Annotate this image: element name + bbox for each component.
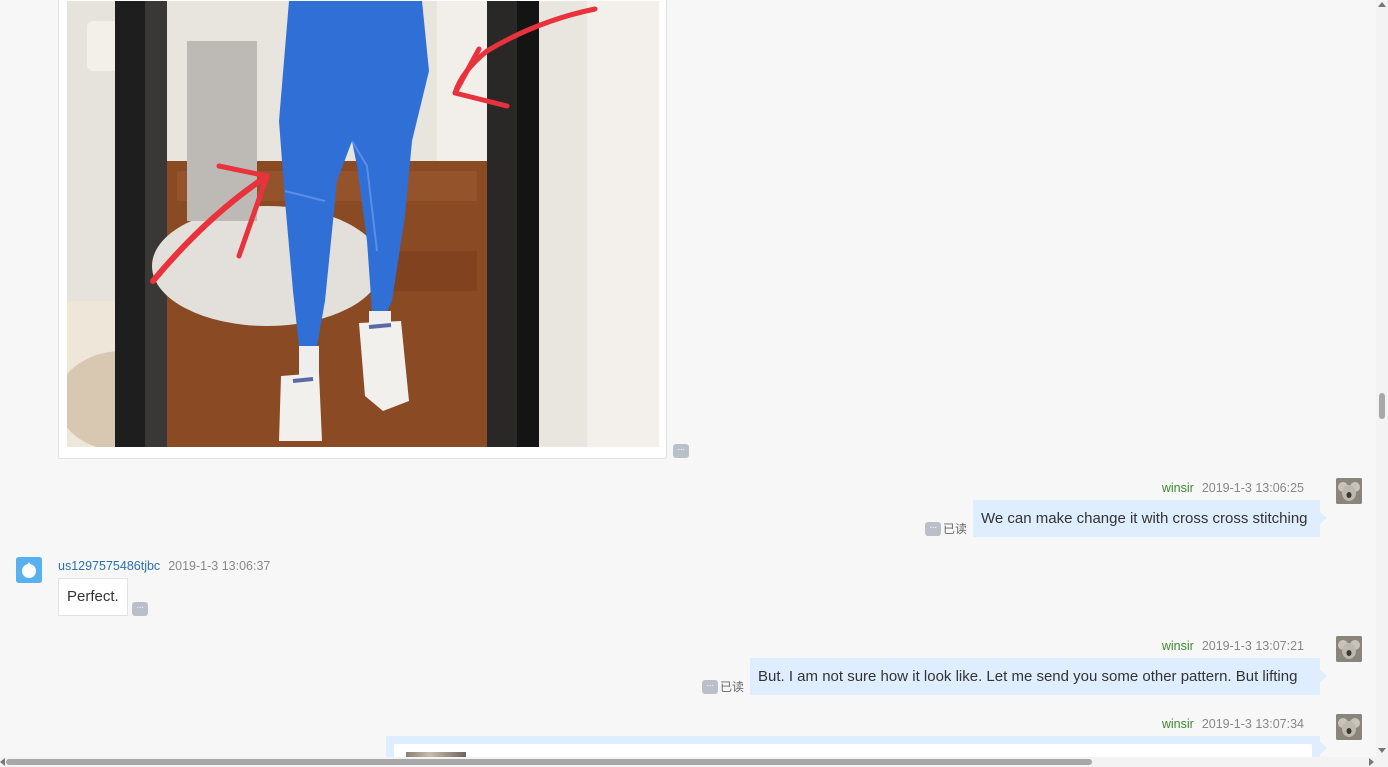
vertical-scrollbar[interactable] <box>1376 0 1388 767</box>
sender-name[interactable]: us1297575486tjbc <box>58 559 160 573</box>
message-header: us1297575486tjbc 2019-1-3 13:06:37 <box>58 559 270 573</box>
message-more-button[interactable]: ··· <box>925 522 941 536</box>
avatar[interactable] <box>1336 478 1362 504</box>
scrollbar-thumb[interactable] <box>1379 393 1385 419</box>
message-header: winsir 2019-1-3 13:07:21 <box>1162 639 1304 653</box>
image-container <box>394 744 1312 757</box>
scroll-right-icon[interactable] <box>1369 758 1374 766</box>
message-time: 2019-1-3 13:07:34 <box>1201 717 1304 731</box>
message-more-button[interactable]: ··· <box>132 602 148 616</box>
message-time: 2019-1-3 13:07:21 <box>1201 639 1304 653</box>
message-time: 2019-1-3 13:06:37 <box>168 559 271 573</box>
scrollbar-thumb[interactable] <box>6 759 1092 765</box>
scroll-up-icon[interactable] <box>1378 2 1386 7</box>
image-message[interactable] <box>58 0 667 459</box>
avatar[interactable] <box>16 557 42 583</box>
message-bubble[interactable]: Perfect. <box>58 578 128 616</box>
message-time: 2019-1-3 13:06:25 <box>1201 481 1304 495</box>
chat-log: ··· winsir 2019-1-3 13:06:25 ··· 已读 We ca… <box>0 0 1376 757</box>
sender-name[interactable]: winsir <box>1162 639 1194 653</box>
image-message-bubble[interactable] <box>386 736 1327 757</box>
message-bubble[interactable]: But. I am not sure how it look like. Let… <box>750 658 1327 695</box>
message-bubble[interactable]: We can make change it with cross cross s… <box>973 500 1327 537</box>
read-status: 已读 <box>943 522 968 536</box>
message-header: winsir 2019-1-3 13:07:34 <box>1162 717 1304 731</box>
avatar[interactable] <box>1336 636 1362 662</box>
message-more-button[interactable]: ··· <box>702 680 718 694</box>
koala-avatar-icon <box>1336 714 1362 740</box>
message-header: winsir 2019-1-3 13:06:25 <box>1162 481 1304 495</box>
sender-name[interactable]: winsir <box>1162 481 1194 495</box>
scroll-down-icon[interactable] <box>1378 748 1386 753</box>
scroll-left-icon[interactable] <box>0 758 5 766</box>
default-user-avatar-icon <box>16 557 42 583</box>
avatar[interactable] <box>1336 714 1362 740</box>
sender-name[interactable]: winsir <box>1162 717 1194 731</box>
koala-avatar-icon <box>1336 478 1362 504</box>
read-status: 已读 <box>720 680 745 694</box>
message-more-button[interactable]: ··· <box>673 444 689 458</box>
shared-photo <box>67 1 659 447</box>
koala-avatar-icon <box>1336 636 1362 662</box>
horizontal-scrollbar[interactable] <box>0 757 1376 767</box>
